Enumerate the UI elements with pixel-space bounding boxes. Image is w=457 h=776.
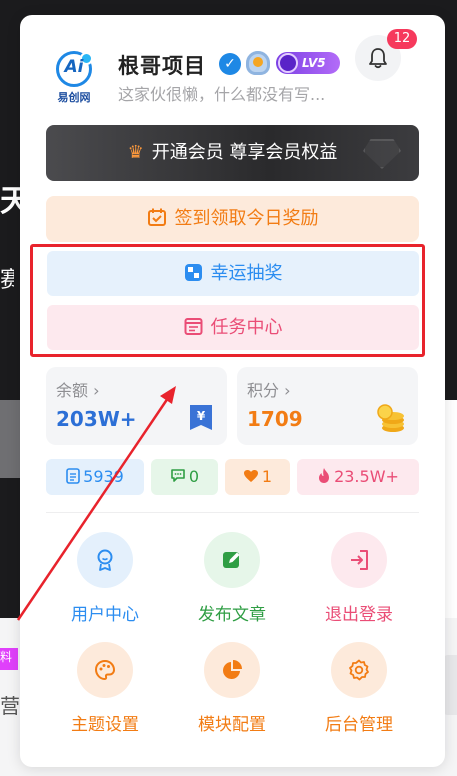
- background-text-fragment: 天: [0, 184, 20, 219]
- bell-icon: [369, 48, 387, 69]
- theme-icon-circle: [77, 642, 133, 698]
- edit-icon: [223, 552, 240, 568]
- module-icon-circle: [204, 642, 260, 698]
- comment-icon: [171, 469, 185, 482]
- shield-badge-icon: [246, 51, 270, 75]
- theme-settings-link[interactable]: 主题设置: [50, 642, 160, 742]
- admin-label: 后台管理: [325, 715, 393, 735]
- stats-chips: 5939 0 1 23.5W+: [46, 459, 419, 495]
- document-icon: [66, 467, 80, 484]
- admin-icon-circle: [331, 642, 387, 698]
- points-label: 积分 ›: [247, 381, 291, 400]
- vip-membership-button[interactable]: ♛ 开通会员 尊享会员权益: [46, 125, 419, 181]
- flame-icon: [319, 468, 330, 483]
- svg-text:¥: ¥: [197, 409, 206, 423]
- module-config-link[interactable]: 模块配置: [177, 642, 287, 742]
- balance-card[interactable]: 余额 › 203W+ ¥: [46, 367, 227, 445]
- lottery-label: 幸运抽奖: [210, 263, 283, 284]
- user-badge-icon: [97, 549, 113, 571]
- comments-count: 0: [188, 467, 200, 486]
- diamond-decoration-icon: [363, 139, 401, 169]
- background-text-fragment: 赛: [0, 268, 14, 293]
- logo-subtext: 易创网: [57, 91, 91, 104]
- notification-count-badge: 12: [387, 29, 417, 49]
- crown-icon: ♛: [127, 142, 144, 163]
- logout-icon-circle: [331, 532, 387, 588]
- user-center-label: 用户中心: [71, 605, 139, 625]
- gear-icon: [349, 659, 369, 681]
- user-bio: 这家伙很懒，什么都没有写...: [118, 85, 326, 104]
- heat-count-chip[interactable]: 23.5W+: [297, 459, 419, 495]
- balance-value: 203W+: [56, 407, 137, 431]
- task-center-button[interactable]: 任务中心: [47, 305, 419, 350]
- points-value: 1709: [247, 407, 303, 431]
- posts-count: 5939: [83, 467, 124, 486]
- daily-checkin-button[interactable]: 签到领取今日奖励: [46, 196, 419, 242]
- level-badge: LV5: [276, 52, 340, 74]
- logout-icon: [351, 550, 368, 570]
- posts-count-chip[interactable]: 5939: [46, 459, 144, 495]
- module-label: 模块配置: [198, 715, 266, 735]
- publish-icon-circle: [204, 532, 260, 588]
- user-center-icon-circle: [77, 532, 133, 588]
- profile-header: Ai 易创网 根哥项目 ✓ LV5 这家伙很懒，什么都没有写... 12: [20, 15, 445, 125]
- user-center-link[interactable]: 用户中心: [50, 532, 160, 632]
- username[interactable]: 根哥项目: [118, 50, 206, 80]
- background-tag: 料: [0, 648, 18, 670]
- theme-label: 主题设置: [71, 715, 139, 735]
- likes-count: 1: [261, 467, 273, 486]
- publish-label: 发布文章: [198, 605, 266, 625]
- background-text-fragment: 营: [0, 694, 20, 718]
- lottery-grid-icon: [184, 263, 202, 281]
- level-gem-icon: [278, 53, 298, 73]
- wallet-yen-icon: ¥: [190, 405, 212, 430]
- balance-label: 余额 ›: [56, 381, 100, 400]
- section-divider: [46, 512, 419, 513]
- lucky-draw-button[interactable]: 幸运抽奖: [47, 251, 419, 296]
- user-dropdown-panel: Ai 易创网 根哥项目 ✓ LV5 这家伙很懒，什么都没有写... 12 ♛ 开通…: [20, 15, 445, 767]
- coins-icon: [377, 404, 404, 432]
- admin-panel-link[interactable]: 后台管理: [304, 642, 414, 742]
- publish-article-link[interactable]: 发布文章: [177, 532, 287, 632]
- calendar-check-icon: [147, 208, 166, 226]
- verified-icon: ✓: [219, 53, 241, 75]
- logout-link[interactable]: 退出登录: [304, 532, 414, 632]
- task-list-icon: [184, 317, 202, 335]
- logo-letters: Ai: [64, 57, 84, 77]
- checkin-label: 签到领取今日奖励: [174, 208, 319, 229]
- vip-label: 开通会员 尊享会员权益: [151, 142, 338, 163]
- likes-count-chip[interactable]: 1: [225, 459, 290, 495]
- palette-icon: [94, 659, 116, 681]
- logout-label: 退出登录: [325, 605, 393, 625]
- heart-icon: [243, 469, 258, 482]
- comments-count-chip[interactable]: 0: [151, 459, 218, 495]
- task-label: 任务中心: [210, 317, 283, 338]
- pie-chart-icon: [223, 660, 242, 679]
- level-text: LV5: [302, 56, 326, 70]
- points-card[interactable]: 积分 › 1709: [237, 367, 418, 445]
- heat-count: 23.5W+: [334, 467, 399, 486]
- site-logo[interactable]: Ai 易创网: [50, 51, 98, 107]
